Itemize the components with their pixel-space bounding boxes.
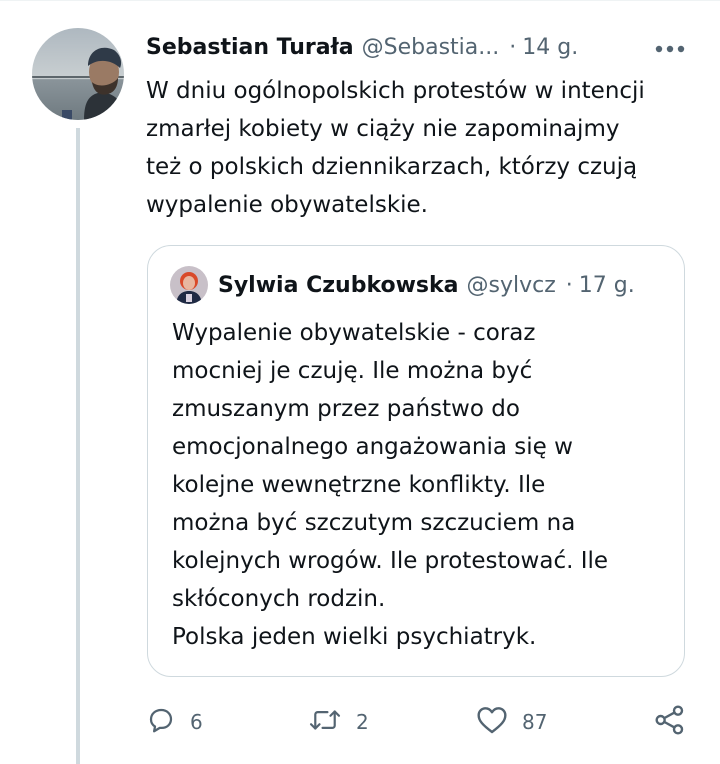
- tweet-header: Sebastian Turała @Sebastia... · 14 g.: [146, 30, 686, 64]
- top-divider: [0, 0, 720, 1]
- author-name[interactable]: Sebastian Turała: [146, 35, 354, 60]
- retweet-arrows-icon: [308, 705, 342, 740]
- like-count: 87: [522, 710, 548, 734]
- quoted-author-handle: @sylvcz: [466, 272, 556, 298]
- reply-count: 6: [190, 710, 203, 734]
- reply-bubble-icon: [146, 705, 176, 740]
- quoted-separator-dot: ·: [565, 272, 573, 298]
- quoted-author-name: Sylwia Czubkowska: [218, 272, 459, 298]
- reply-button[interactable]: 6: [146, 700, 203, 744]
- share-button[interactable]: [654, 700, 686, 744]
- action-bar: 6 2 87: [146, 700, 691, 744]
- retweet-button[interactable]: 2: [308, 700, 369, 744]
- quoted-tweet-header: Sylwia Czubkowska @sylvcz · 17 g.: [218, 268, 635, 302]
- quoted-tweet-text: Wypalenie obywatelskie - coraz mocniej j…: [172, 320, 609, 650]
- tweet-timestamp[interactable]: 14 g.: [522, 35, 578, 60]
- retweet-count: 2: [356, 710, 369, 734]
- quoted-tweet-timestamp: 17 g.: [578, 272, 635, 298]
- quoted-author-avatar: [170, 266, 208, 304]
- heart-icon: [476, 705, 508, 740]
- more-options-button[interactable]: [650, 32, 690, 62]
- quoted-tweet-card[interactable]: Sylwia Czubkowska @sylvcz · 17 g. Wypale…: [147, 245, 685, 677]
- author-avatar[interactable]: [32, 28, 124, 120]
- more-dots-icon: [655, 38, 685, 57]
- thread-line: [76, 128, 80, 764]
- author-handle[interactable]: @Sebastia...: [362, 35, 500, 60]
- like-button[interactable]: 87: [476, 700, 547, 744]
- tweet-text: W dniu ogólnopolskich protestów w intenc…: [146, 78, 645, 218]
- share-icon: [654, 704, 686, 741]
- separator-dot: ·: [509, 34, 517, 60]
